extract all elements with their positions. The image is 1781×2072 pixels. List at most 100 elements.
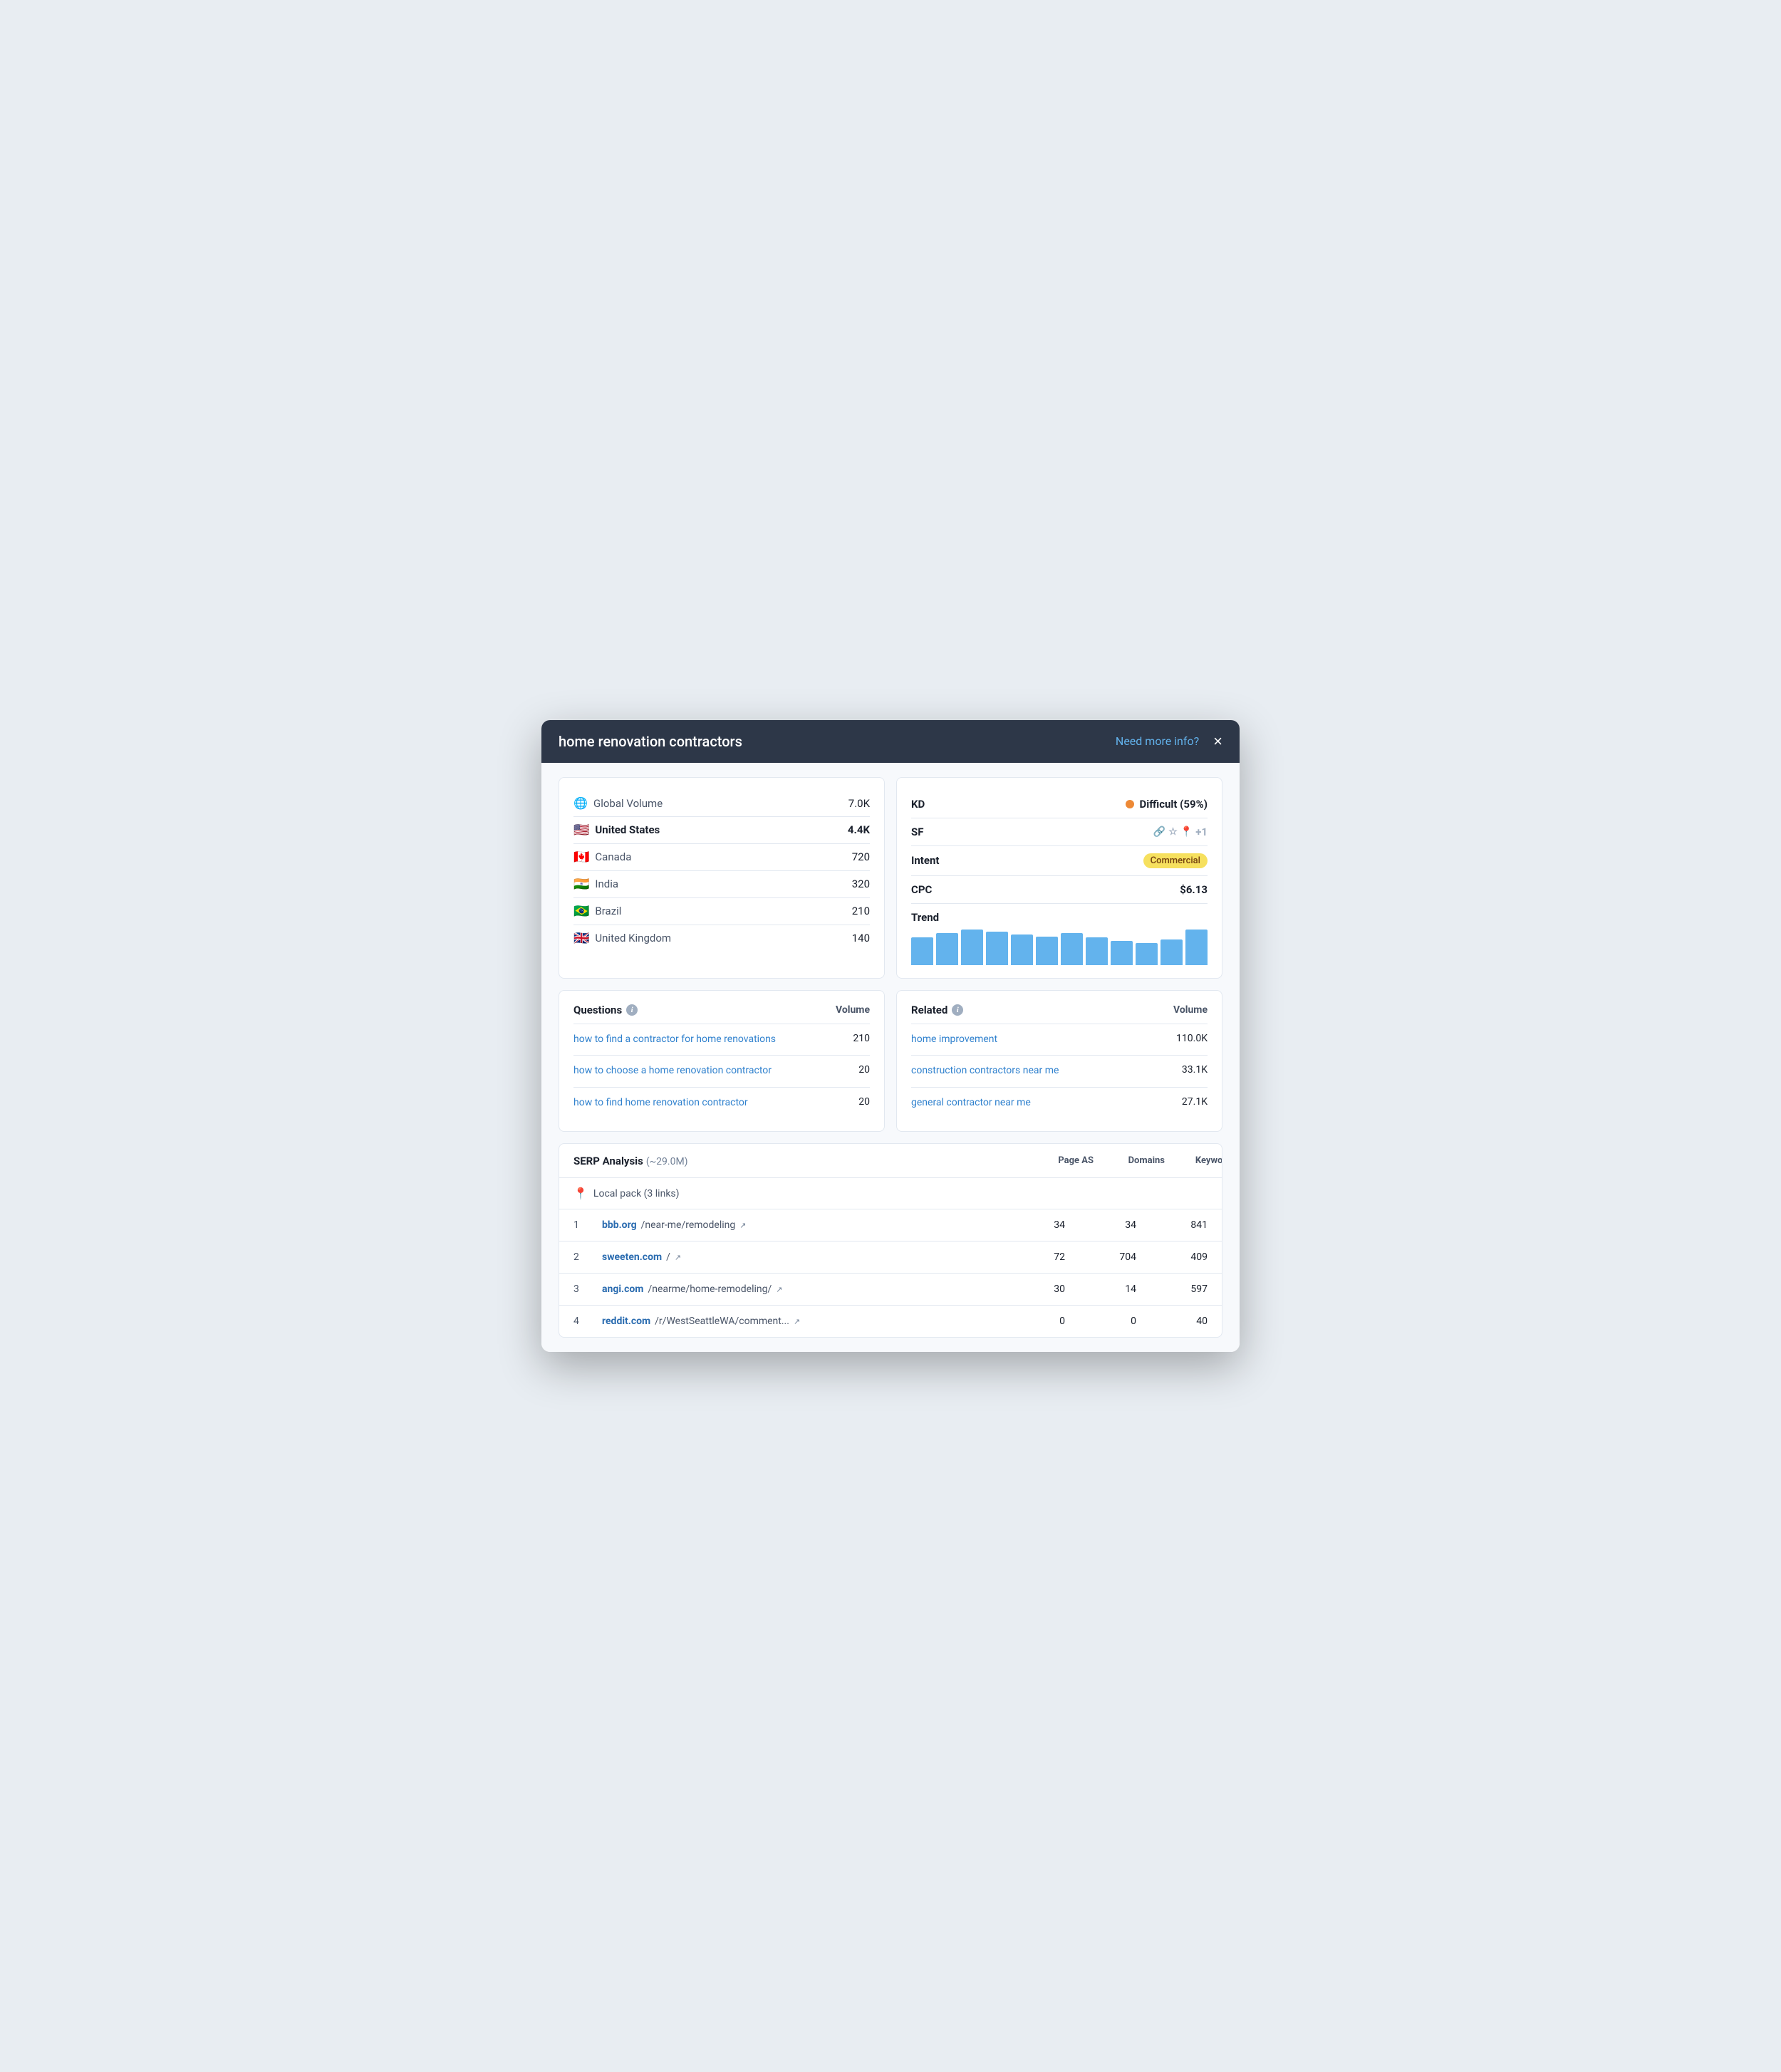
global-volume-value: 7.0K	[848, 797, 870, 810]
cpc-row: CPC $6.13	[911, 876, 1208, 904]
serp-path-1: /	[666, 1251, 670, 1263]
top-row: 🌐 Global Volume 7.0K 🇺🇸 United States 4.…	[559, 777, 1222, 979]
link-icon: 🔗	[1153, 826, 1165, 838]
serp-url-1: sweeten.com / ↗	[602, 1251, 994, 1263]
global-volume-label: 🌐 Global Volume	[573, 796, 663, 811]
kd-card: KD Difficult (59%) SF 🔗 ☆ 📍 +1	[896, 777, 1222, 979]
related-link-2[interactable]: general contractor near me	[911, 1096, 1170, 1110]
trend-bar	[986, 932, 1008, 965]
modal-header: home renovation contractors Need more in…	[541, 720, 1240, 763]
serp-keywords-2: 597	[1136, 1284, 1208, 1295]
flag-br: 🇧🇷	[573, 904, 589, 919]
serp-domain-0[interactable]: bbb.org	[602, 1219, 637, 1231]
modal-header-actions: Need more info? ×	[1116, 734, 1222, 749]
flag-ca: 🇨🇦	[573, 850, 589, 865]
serp-row-3: 4 reddit.com /r/WestSeattleWA/comment...…	[559, 1306, 1222, 1337]
serp-count: (~29.0M)	[646, 1156, 688, 1167]
related-card: Related i Volume home improvement 110.0K…	[896, 990, 1222, 1133]
trend-bar	[1036, 937, 1058, 965]
question-vol-2: 20	[841, 1096, 870, 1108]
trend-bar	[1185, 930, 1208, 965]
related-link-1[interactable]: construction contractors near me	[911, 1064, 1170, 1078]
serp-path-0: /near-me/remodeling	[641, 1219, 736, 1231]
sf-label: SF	[911, 826, 923, 838]
serp-domain-3[interactable]: reddit.com	[602, 1316, 650, 1327]
ext-link-icon-1[interactable]: ↗	[675, 1253, 681, 1262]
serp-domains-0: 34	[1065, 1219, 1136, 1231]
modal: home renovation contractors Need more in…	[541, 720, 1240, 1353]
related-vol-header: Volume	[1173, 1004, 1208, 1016]
serp-header-left: SERP Analysis (~29.0M)	[573, 1154, 688, 1167]
volume-card: 🌐 Global Volume 7.0K 🇺🇸 United States 4.…	[559, 777, 885, 979]
serp-domain-1[interactable]: sweeten.com	[602, 1251, 662, 1263]
question-link-2[interactable]: how to find home renovation contractor	[573, 1096, 833, 1110]
serp-page-as-0: 34	[994, 1219, 1065, 1231]
country-label-4: 🇬🇧 United Kingdom	[573, 931, 671, 946]
trend-label: Trend	[911, 911, 1208, 924]
trend-bar	[1136, 943, 1158, 965]
question-item-2: how to find home renovation contractor 2…	[573, 1088, 870, 1119]
need-more-info-link[interactable]: Need more info?	[1116, 734, 1199, 748]
serp-domain-2[interactable]: angi.com	[602, 1284, 643, 1295]
global-volume-row: 🌐 Global Volume 7.0K	[573, 791, 870, 817]
trend-bar	[1086, 937, 1108, 965]
trend-chart	[911, 930, 1208, 965]
country-value-2: 320	[852, 878, 870, 890]
serp-path-2: /nearme/home-remodeling/	[648, 1284, 772, 1295]
serp-url-3: reddit.com /r/WestSeattleWA/comment... ↗	[602, 1316, 994, 1327]
trend-bar	[1061, 933, 1083, 964]
country-label-2: 🇮🇳 India	[573, 877, 618, 892]
related-title: Related i	[911, 1004, 963, 1016]
close-button[interactable]: ×	[1213, 734, 1222, 749]
local-pack-label: Local pack (3 links)	[593, 1188, 680, 1199]
related-vol-2: 27.1K	[1179, 1096, 1208, 1108]
question-item-0: how to find a contractor for home renova…	[573, 1024, 870, 1056]
country-label-3: 🇧🇷 Brazil	[573, 904, 621, 919]
question-item-1: how to choose a home renovation contract…	[573, 1056, 870, 1088]
questions-card: Questions i Volume how to find a contrac…	[559, 990, 885, 1133]
serp-num-0: 1	[573, 1219, 602, 1231]
trend-bar	[1111, 941, 1133, 964]
country-value-4: 140	[852, 932, 870, 944]
serp-domains-2: 14	[1065, 1284, 1136, 1295]
difficulty-dot	[1126, 800, 1134, 808]
question-vol-1: 20	[841, 1064, 870, 1076]
serp-page-as-3: 0	[994, 1316, 1065, 1327]
location-icon: 📍	[1180, 826, 1193, 838]
related-vol-1: 33.1K	[1179, 1064, 1208, 1076]
serp-header: SERP Analysis (~29.0M) Page AS Domains K…	[559, 1144, 1222, 1178]
questions-vol-header: Volume	[836, 1004, 870, 1016]
modal-body: 🌐 Global Volume 7.0K 🇺🇸 United States 4.…	[541, 763, 1240, 1353]
serp-url-0: bbb.org /near-me/remodeling ↗	[602, 1219, 994, 1231]
related-info-icon[interactable]: i	[952, 1004, 963, 1016]
serp-domains-1: 704	[1065, 1251, 1136, 1263]
serp-keywords-3: 40	[1136, 1316, 1208, 1327]
question-link-0[interactable]: how to find a contractor for home renova…	[573, 1033, 833, 1047]
intent-row: Intent Commercial	[911, 846, 1208, 876]
serp-num-1: 2	[573, 1251, 602, 1263]
kd-row: KD Difficult (59%)	[911, 791, 1208, 818]
local-pack-row: 📍 Local pack (3 links)	[559, 1178, 1222, 1209]
kd-label: KD	[911, 798, 925, 811]
questions-info-icon[interactable]: i	[626, 1004, 638, 1016]
related-vol-0: 110.0K	[1176, 1033, 1208, 1044]
serp-row-1: 2 sweeten.com / ↗ 72 704 409	[559, 1241, 1222, 1274]
serp-row-2: 3 angi.com /nearme/home-remodeling/ ↗ 30…	[559, 1274, 1222, 1306]
question-link-1[interactable]: how to choose a home renovation contract…	[573, 1064, 833, 1078]
flag-in: 🇮🇳	[573, 877, 589, 892]
related-link-0[interactable]: home improvement	[911, 1033, 1168, 1047]
serp-keywords-1: 409	[1136, 1251, 1208, 1263]
ext-link-icon-3[interactable]: ↗	[794, 1317, 800, 1326]
related-item-2: general contractor near me 27.1K	[911, 1088, 1208, 1119]
serp-domains-3: 0	[1065, 1316, 1136, 1327]
related-item-1: construction contractors near me 33.1K	[911, 1056, 1208, 1088]
flag-gb: 🇬🇧	[573, 931, 589, 946]
trend-bar	[961, 930, 983, 965]
serp-url-2: angi.com /nearme/home-remodeling/ ↗	[602, 1284, 994, 1295]
serp-section: SERP Analysis (~29.0M) Page AS Domains K…	[559, 1143, 1222, 1338]
ext-link-icon-2[interactable]: ↗	[776, 1285, 782, 1294]
questions-title: Questions i	[573, 1004, 638, 1016]
serp-col-headers: Page AS Domains Keywords	[980, 1155, 1208, 1166]
serp-keywords-0: 841	[1136, 1219, 1208, 1231]
ext-link-icon-0[interactable]: ↗	[739, 1221, 746, 1230]
